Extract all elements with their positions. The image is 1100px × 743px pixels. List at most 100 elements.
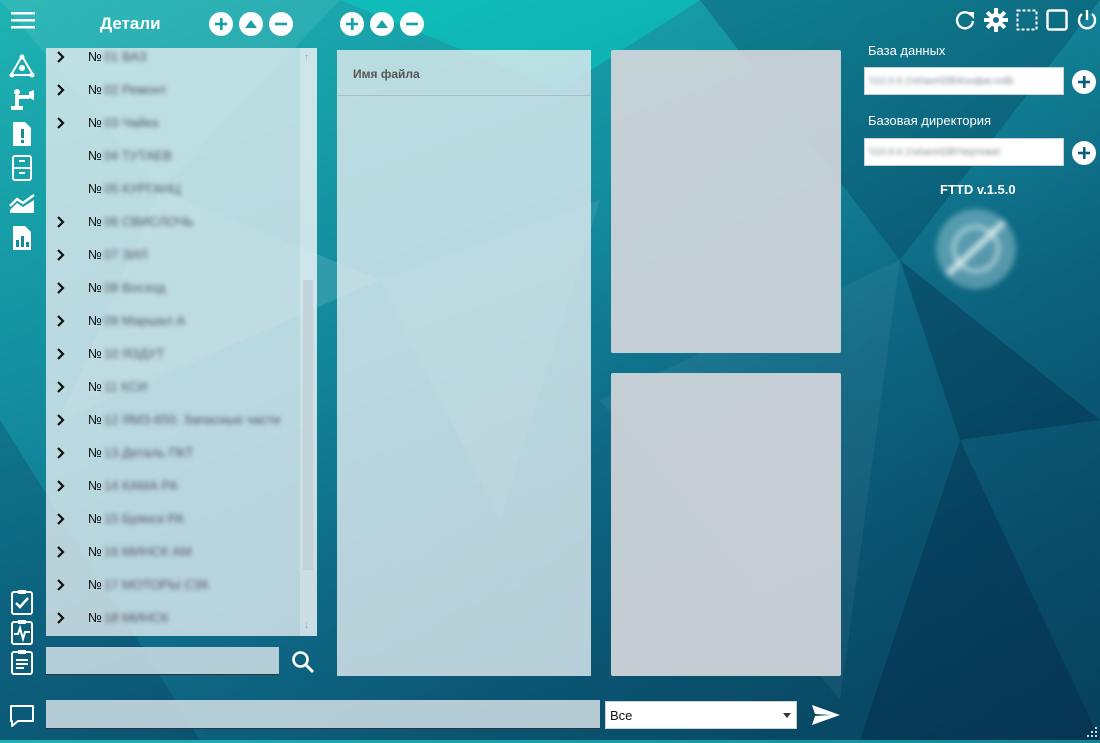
minus-icon	[406, 22, 418, 26]
settings-button[interactable]	[984, 8, 1008, 32]
tree-item-label: 04 ТУТАЕВ	[103, 148, 172, 163]
chevron-right-icon[interactable]	[46, 281, 76, 294]
tree-item[interactable]: № 15 Брянск РА	[46, 502, 300, 535]
tree-item[interactable]: № 18 МИНСК	[46, 601, 300, 634]
area-chart-button[interactable]	[8, 190, 36, 216]
tree-item[interactable]: № 16 МИНСК АМ	[46, 535, 300, 568]
scroll-thumb[interactable]	[303, 280, 313, 570]
chevron-right-icon[interactable]	[46, 314, 76, 327]
hamburger-menu-button[interactable]	[10, 8, 36, 32]
tree-item-label: 17 МОТОРЫ СЗК	[103, 577, 209, 592]
chevron-right-icon[interactable]	[46, 446, 76, 459]
tree-scrollbar[interactable]: ↑ ↓	[300, 48, 317, 636]
tree-item-number: №	[88, 313, 102, 328]
details-tree-panel: № 01 ВАЗ № 02 Ремонт № 03 Чайка № 04 ТУТАЕВ № 05 …	[46, 48, 317, 636]
tree-item-label: 09 Маршал А	[103, 313, 185, 328]
tree-item[interactable]: № 08 Восход	[46, 271, 300, 304]
tree-search-input[interactable]	[46, 647, 279, 675]
tree-move-up-button[interactable]	[239, 12, 263, 36]
db-add-button[interactable]	[1072, 70, 1096, 94]
tree-item[interactable]: № 01 ВАЗ	[46, 48, 300, 73]
basedir-add-button[interactable]	[1072, 141, 1096, 165]
robot-arm-icon	[11, 89, 34, 110]
search-button[interactable]	[289, 648, 317, 676]
maximize-button[interactable]	[1046, 8, 1068, 32]
tree-item-number: №	[88, 148, 102, 163]
resize-grip[interactable]	[1084, 724, 1098, 738]
file-add-button[interactable]	[340, 12, 364, 36]
app-logo	[930, 204, 1022, 294]
tree-item[interactable]: № 17 МОТОРЫ СЗК	[46, 568, 300, 601]
chevron-right-icon[interactable]	[46, 479, 76, 492]
file-remove-button[interactable]	[400, 12, 424, 36]
area-chart-icon	[9, 193, 35, 213]
tree-item-label: 07 ЗИЛ	[103, 247, 148, 262]
power-icon	[1077, 10, 1097, 30]
tree-item-label: 13 Деталь ПКТ	[103, 445, 194, 460]
robot-arm-button[interactable]	[8, 86, 36, 112]
clipboard-list-button[interactable]	[8, 648, 36, 676]
tree-item-number: №	[88, 214, 102, 229]
plus-icon	[1078, 147, 1090, 159]
tree-item-number: №	[88, 181, 102, 196]
graph-nodes-button[interactable]	[8, 54, 36, 80]
tree-item[interactable]: № 07 ЗИЛ	[46, 238, 300, 271]
scroll-down-arrow[interactable]: ↓	[304, 620, 309, 631]
file-alert-button[interactable]	[8, 121, 36, 147]
chevron-right-icon[interactable]	[46, 83, 76, 96]
plus-icon	[215, 18, 227, 30]
checklist-button[interactable]	[8, 588, 36, 616]
tree-item[interactable]: № 14 КАМА РА	[46, 469, 300, 502]
chevron-right-icon[interactable]	[46, 380, 76, 393]
tree-item[interactable]: № 11 КСИ	[46, 370, 300, 403]
version-label: FTTD v.1.5.0	[940, 182, 1016, 197]
chevron-right-icon[interactable]	[46, 50, 76, 63]
chevron-right-icon[interactable]	[46, 611, 76, 624]
chat-button[interactable]	[8, 702, 36, 730]
tree-remove-button[interactable]	[269, 12, 293, 36]
chevron-right-icon[interactable]	[46, 512, 76, 525]
chevron-right-icon[interactable]	[46, 347, 76, 360]
tree-item[interactable]: № 04 ТУТАЕВ	[46, 139, 300, 172]
tree-item-number: №	[88, 577, 102, 592]
plus-icon	[346, 18, 358, 30]
minus-icon	[275, 22, 287, 26]
tree-item[interactable]: № 03 Чайка	[46, 106, 300, 139]
chevron-right-icon[interactable]	[46, 215, 76, 228]
send-button[interactable]	[810, 700, 842, 730]
tree-item[interactable]: № 13 Деталь ПКТ	[46, 436, 300, 469]
left-toolbar	[8, 54, 36, 254]
report-chart-button[interactable]	[8, 224, 36, 252]
tree-item[interactable]: № 09 Маршал А	[46, 304, 300, 337]
files-column-label: Имя файла	[353, 67, 420, 81]
window-controls	[954, 8, 1098, 32]
basedir-label: Базовая директория	[868, 113, 992, 128]
tree-item-label: 08 Восход	[103, 280, 166, 295]
chevron-right-icon[interactable]	[46, 116, 76, 129]
chevron-right-icon[interactable]	[46, 545, 76, 558]
scroll-up-arrow[interactable]: ↑	[304, 52, 309, 63]
archive-button[interactable]	[8, 155, 36, 181]
message-input[interactable]	[46, 700, 600, 729]
filter-select[interactable]: Все	[605, 701, 797, 729]
chevron-right-icon[interactable]	[46, 578, 76, 591]
tree-item[interactable]: № 06 СВИСЛОЧЬ	[46, 205, 300, 238]
tree-item[interactable]: № 10 ЯЗДУТ	[46, 337, 300, 370]
tree-item[interactable]: № 05 КУРГАНЦ	[46, 172, 300, 205]
chat-bubble-icon	[10, 705, 34, 727]
db-path-field[interactable]: \\10.0.0.1\share\DB\Конфиг.mdb	[864, 67, 1064, 95]
basedir-path-field[interactable]: \\10.0.0.1\share\DB\Чертежи\	[864, 138, 1064, 166]
clipboard-list-icon	[11, 650, 33, 675]
power-button[interactable]	[1076, 8, 1098, 32]
tree-item[interactable]: № 12 ЯМЗ-650. Запасные части	[46, 403, 300, 436]
chevron-right-icon[interactable]	[46, 413, 76, 426]
tree-item[interactable]: № 02 Ремонт	[46, 73, 300, 106]
tree-add-button[interactable]	[209, 12, 233, 36]
files-column-header[interactable]: Имя файла	[337, 50, 591, 96]
file-move-up-button[interactable]	[370, 12, 394, 36]
refresh-button[interactable]	[954, 8, 976, 32]
pulse-report-button[interactable]	[8, 618, 36, 646]
chevron-right-icon[interactable]	[46, 248, 76, 261]
plus-icon	[1078, 76, 1090, 88]
select-region-button[interactable]	[1016, 8, 1038, 32]
